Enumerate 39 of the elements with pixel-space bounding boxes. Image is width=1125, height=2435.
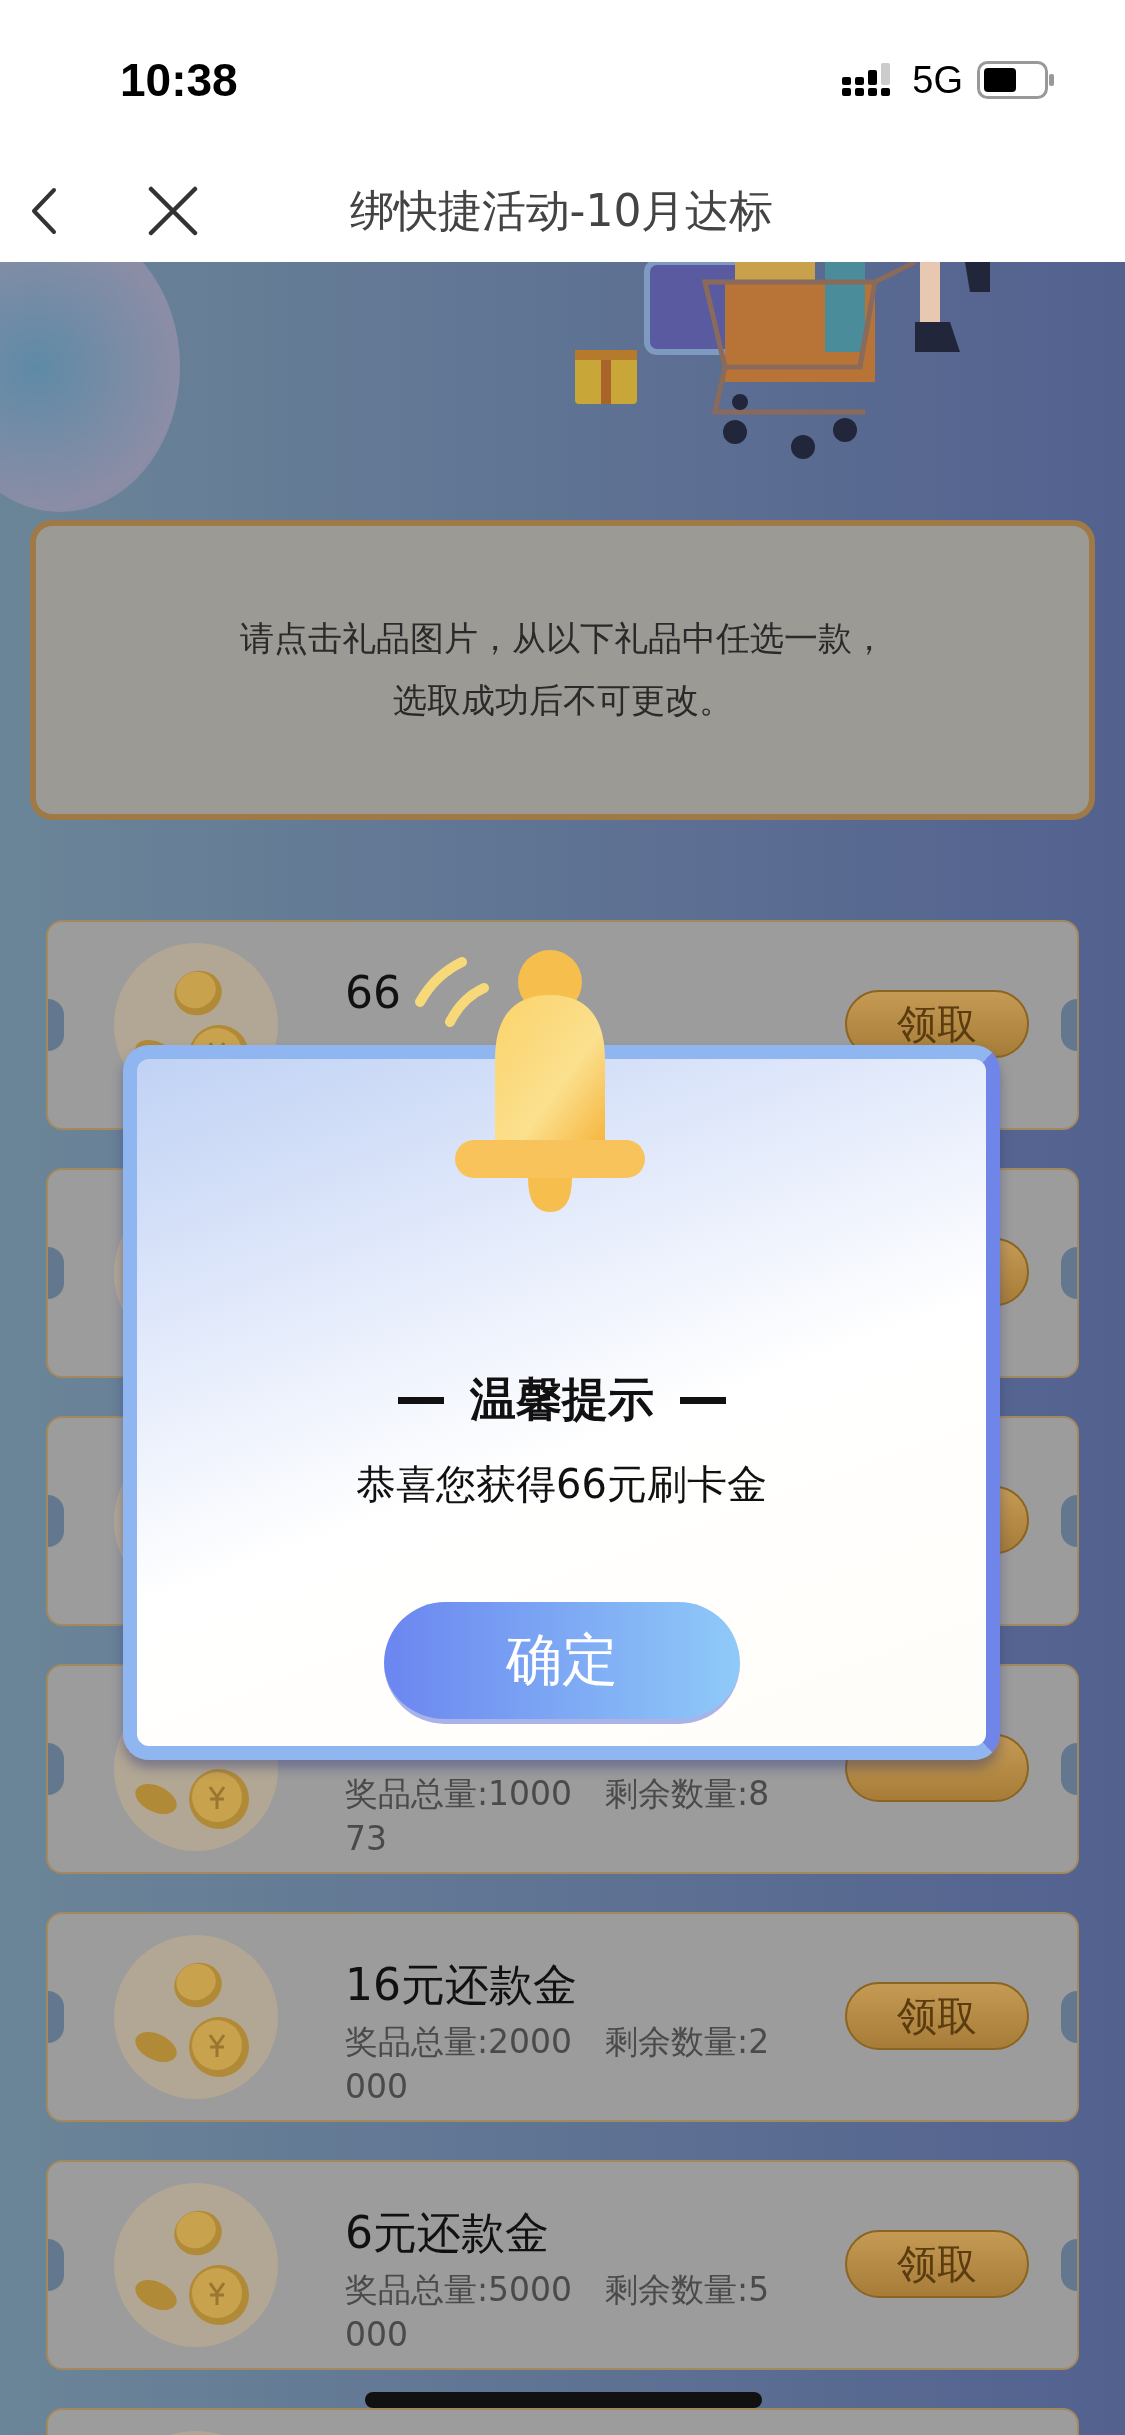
notice-text: 选取成功后不可更改。: [392, 679, 733, 722]
ticket-notch: [1061, 1247, 1077, 1299]
ticket-notch: [48, 1495, 64, 1547]
prize-title: 16元还款金: [345, 1958, 577, 2012]
prize-details: 奖品总量:2000 剩余数量:2000: [345, 2021, 771, 2108]
ticket-notch: [1061, 999, 1077, 1051]
confirm-button[interactable]: 确定: [383, 1602, 740, 1724]
battery-icon: [977, 61, 1055, 99]
claim-button[interactable]: 领取: [845, 1982, 1029, 2050]
close-icon: [148, 186, 198, 236]
dash-decoration: [679, 1396, 726, 1404]
prize-title: 66: [345, 966, 401, 1020]
prize-title: 6元还款金: [345, 2206, 549, 2260]
prize-card[interactable]: 16元还款金 奖品总量:2000 剩余数量:2000 领取: [46, 1912, 1079, 2122]
page-title: 绑快捷活动-10月达标: [348, 183, 775, 238]
network-label: 5G: [912, 58, 963, 102]
ticket-notch: [48, 2239, 64, 2291]
claim-button[interactable]: 领取: [845, 2230, 1029, 2298]
ticket-notch: [1061, 1495, 1077, 1547]
dash-decoration: [397, 1396, 444, 1404]
ticket-notch: [48, 1247, 64, 1299]
status-time: 10:38: [120, 53, 238, 107]
ticket-notch: [48, 999, 64, 1051]
ticket-notch: [48, 1991, 64, 2043]
back-icon: [30, 187, 58, 235]
prize-details: 奖品总量:1000 剩余数量:873: [345, 1773, 771, 1860]
notice-text: 请点击礼品图片，从以下礼品中任选一款，: [239, 617, 886, 661]
ticket-notch: [1061, 1743, 1077, 1795]
ticket-notch: [1061, 2239, 1077, 2291]
close-button[interactable]: [148, 186, 198, 236]
prize-card[interactable]: 6元还款金 奖品总量:5000 剩余数量:5000 领取: [46, 2160, 1079, 2370]
coins-icon: [114, 1934, 279, 2100]
dialog-title: 温馨提示: [469, 1371, 654, 1428]
dialog-message: 恭喜您获得66元刷卡金: [356, 1460, 767, 1509]
back-button[interactable]: [30, 187, 58, 235]
ticket-notch: [48, 1743, 64, 1795]
prize-details: 奖品总量:5000 剩余数量:5000: [345, 2269, 771, 2356]
ticket-notch: [1061, 1991, 1077, 2043]
coins-icon: [114, 2182, 279, 2348]
